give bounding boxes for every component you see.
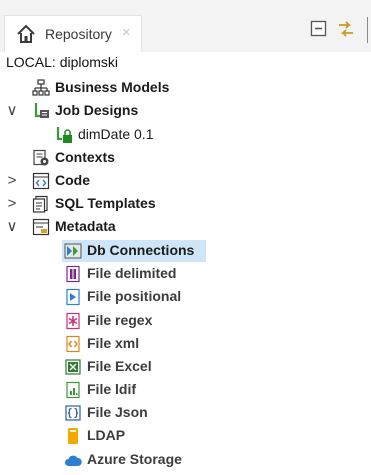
tree-item-label: Contexts bbox=[55, 149, 115, 165]
tree-item-business-models[interactable]: Business Models bbox=[0, 77, 371, 99]
tree-item-label: Metadata bbox=[55, 218, 116, 234]
chevron-right-icon[interactable]: > bbox=[5, 170, 19, 192]
job-designs-icon bbox=[34, 103, 49, 118]
file-regex-icon bbox=[66, 312, 80, 330]
chevron-right-icon[interactable]: > bbox=[5, 193, 19, 215]
view-tab-bar: Repository × bbox=[0, 0, 371, 52]
tree-item-metadata[interactable]: ∨ Metadata bbox=[0, 216, 371, 238]
tree-item-file-ldif[interactable]: File ldif bbox=[0, 379, 371, 401]
file-xml-icon bbox=[66, 335, 80, 353]
tree-item-label: Code bbox=[55, 172, 90, 188]
tree-item-label: LDAP bbox=[87, 427, 126, 443]
azure-storage-icon bbox=[65, 455, 82, 466]
business-models-icon bbox=[32, 79, 50, 96]
close-icon[interactable]: × bbox=[122, 25, 131, 41]
tree-item-label: File xml bbox=[87, 335, 140, 351]
repository-root-label: LOCAL: diplomski bbox=[6, 54, 119, 70]
tree-item-job-dimdate[interactable]: dimDate 0.1 bbox=[0, 124, 371, 146]
file-excel-icon bbox=[65, 359, 81, 375]
tree-item-label: File ldif bbox=[87, 381, 136, 397]
tree-item-label: File Excel bbox=[87, 358, 152, 374]
tree-item-label: File delimited bbox=[87, 265, 177, 281]
tree-item-contexts[interactable]: Contexts bbox=[0, 147, 371, 169]
tab-label: Repository bbox=[45, 26, 112, 42]
tree-item-sql-templates[interactable]: > SQL Templates bbox=[0, 193, 371, 215]
tree-item-file-positional[interactable]: File positional bbox=[0, 286, 371, 308]
tree-item-label: SQL Templates bbox=[55, 195, 156, 211]
collapse-all-icon[interactable] bbox=[309, 19, 329, 39]
tree-item-file-excel[interactable]: File Excel bbox=[0, 356, 371, 378]
tab-repository[interactable]: Repository × bbox=[4, 15, 142, 52]
tree-item-file-regex[interactable]: File regex bbox=[0, 310, 371, 332]
chevron-down-icon[interactable]: ∨ bbox=[5, 216, 19, 238]
tree-item-azure-storage[interactable]: Azure Storage bbox=[0, 449, 371, 471]
file-ldif-icon bbox=[66, 381, 80, 399]
tree-item-label: Db Connections bbox=[87, 242, 195, 258]
home-icon bbox=[17, 24, 35, 43]
tree-item-label: Business Models bbox=[55, 79, 170, 95]
tree-item-label: dimDate 0.1 bbox=[78, 126, 154, 142]
tree-item-label: Azure Storage bbox=[87, 451, 182, 467]
tree-item-label: File regex bbox=[87, 312, 153, 328]
file-json-icon bbox=[65, 405, 81, 421]
tree-item-label: File Json bbox=[87, 404, 148, 420]
code-icon bbox=[32, 172, 50, 190]
tree-item-file-xml[interactable]: File xml bbox=[0, 333, 371, 355]
chevron-down-icon[interactable]: ∨ bbox=[5, 100, 19, 122]
file-positional-icon bbox=[66, 288, 80, 306]
db-connections-icon bbox=[64, 243, 82, 259]
contexts-icon bbox=[33, 149, 49, 166]
tree-item-file-json[interactable]: File Json bbox=[0, 402, 371, 424]
sql-templates-icon bbox=[32, 195, 48, 213]
tree-item-ldap[interactable]: LDAP bbox=[0, 425, 371, 447]
tree-item-file-delimited[interactable]: File delimited bbox=[0, 263, 371, 285]
toolbar-separator bbox=[367, 17, 368, 43]
tree-item-code[interactable]: > Code bbox=[0, 170, 371, 192]
link-with-editor-icon[interactable] bbox=[336, 19, 356, 39]
tree-item-label: File positional bbox=[87, 288, 182, 304]
tree-item-db-connections[interactable]: Db Connections bbox=[0, 240, 371, 262]
ldap-icon bbox=[68, 428, 78, 444]
tree-item-job-designs[interactable]: ∨ Job Designs bbox=[0, 100, 371, 122]
metadata-icon bbox=[32, 218, 50, 236]
tree-item-label: Job Designs bbox=[55, 102, 139, 118]
job-locked-icon bbox=[56, 127, 72, 143]
file-delimited-icon bbox=[66, 265, 80, 283]
